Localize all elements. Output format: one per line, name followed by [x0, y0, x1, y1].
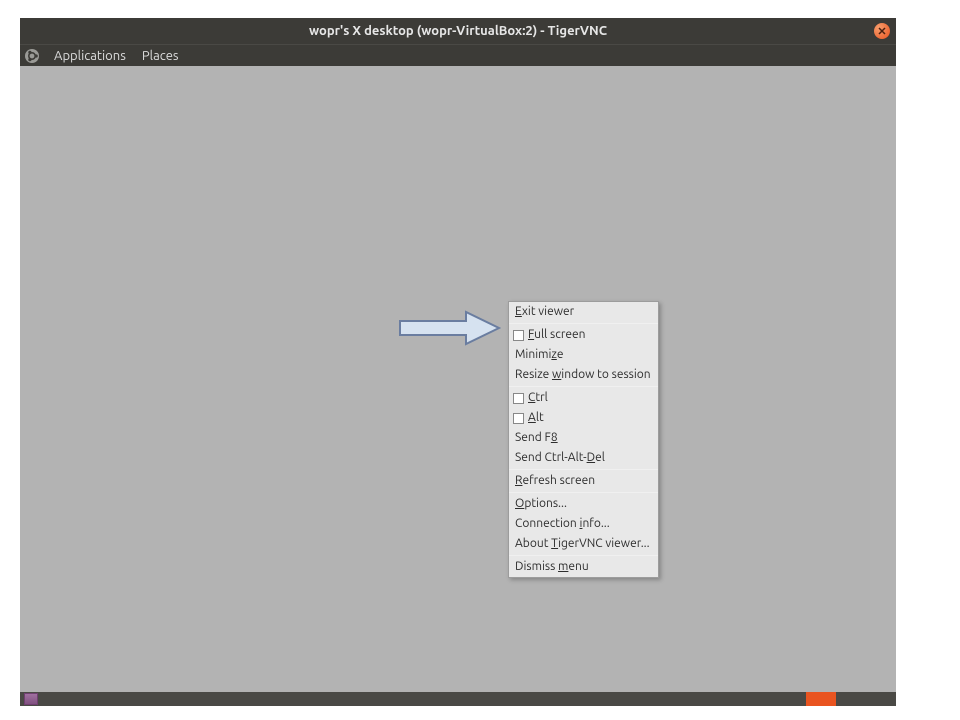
- desktop-menubar: Applications Places: [20, 44, 896, 66]
- window-title: wopr's X desktop (wopr-VirtualBox:2) - T…: [309, 24, 607, 38]
- vnc-context-menu: Exit viewer Full screen Minimize Resize …: [508, 301, 659, 578]
- menu-options[interactable]: Options...: [509, 494, 658, 514]
- menu-separator: [509, 555, 658, 556]
- arrow-annotation-icon: [398, 310, 501, 346]
- menu-send-ctrl-alt-del[interactable]: Send Ctrl-Alt-Del: [509, 448, 658, 468]
- menu-separator: [509, 323, 658, 324]
- panel-indicator[interactable]: [806, 692, 836, 706]
- menu-separator: [509, 469, 658, 470]
- menu-ctrl-toggle[interactable]: Ctrl: [509, 388, 658, 408]
- menu-dismiss[interactable]: Dismiss menu: [509, 557, 658, 577]
- checkbox-icon: [513, 330, 524, 341]
- menu-separator: [509, 492, 658, 493]
- remote-desktop-area[interactable]: [20, 66, 896, 692]
- close-button[interactable]: [874, 23, 890, 39]
- vnc-window: wopr's X desktop (wopr-VirtualBox:2) - T…: [20, 18, 896, 706]
- menu-minimize[interactable]: Minimize: [509, 345, 658, 365]
- applications-menu[interactable]: Applications: [46, 47, 134, 65]
- menu-full-screen[interactable]: Full screen: [509, 325, 658, 345]
- places-menu[interactable]: Places: [134, 47, 187, 65]
- ubuntu-logo-icon[interactable]: [24, 48, 40, 64]
- checkbox-icon: [513, 413, 524, 424]
- panel-app-icon[interactable]: [24, 693, 38, 705]
- close-icon: [878, 27, 886, 35]
- menu-refresh-screen[interactable]: Refresh screen: [509, 471, 658, 491]
- window-titlebar: wopr's X desktop (wopr-VirtualBox:2) - T…: [20, 18, 896, 44]
- menu-alt-toggle[interactable]: Alt: [509, 408, 658, 428]
- menu-separator: [509, 386, 658, 387]
- desktop-bottom-panel: [20, 692, 896, 706]
- checkbox-icon: [513, 393, 524, 404]
- menu-exit-viewer[interactable]: Exit viewer: [509, 302, 658, 322]
- menu-about[interactable]: About TigerVNC viewer...: [509, 534, 658, 554]
- menu-resize-window[interactable]: Resize window to session: [509, 365, 658, 385]
- menu-send-f8[interactable]: Send F8: [509, 428, 658, 448]
- menu-connection-info[interactable]: Connection info...: [509, 514, 658, 534]
